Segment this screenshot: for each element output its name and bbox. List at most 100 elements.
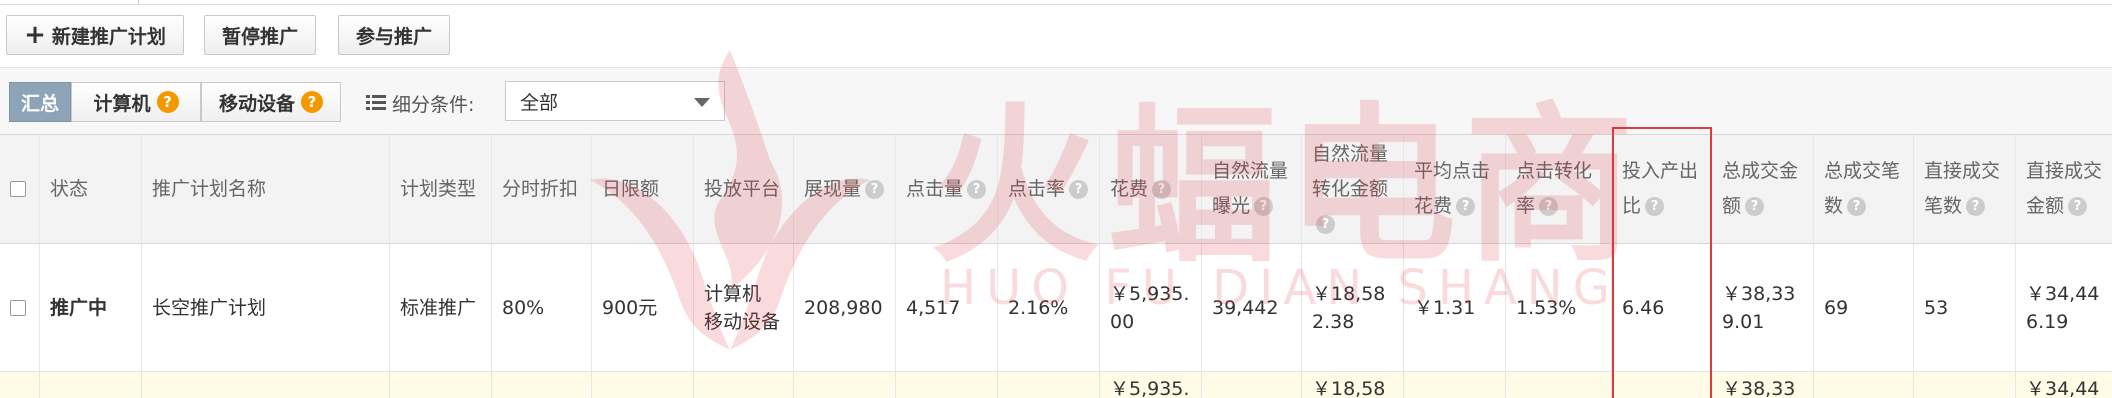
type-cell: 标准推广 (390, 244, 492, 371)
row-cell (592, 372, 694, 398)
cvr-value: 1.53% (1516, 296, 1577, 319)
row-cell (390, 372, 492, 398)
header-clicks[interactable]: 点击量? (896, 135, 998, 243)
row-cell (142, 372, 390, 398)
platform-cell: 计算机 移动设备 (694, 244, 794, 371)
row-cell (998, 372, 1100, 398)
tab-summary-label: 汇总 (20, 92, 59, 115)
help-icon[interactable]: ? (967, 179, 987, 199)
avg-cpc-cell: ￥1.31 (1404, 244, 1506, 371)
row-cell (694, 372, 794, 398)
tab-computer[interactable]: 计算机 ? (71, 82, 201, 122)
header-total-orders-label: 总成交笔数? (1824, 160, 1901, 217)
list-filter-icon (366, 95, 386, 110)
header-direct-amount[interactable]: 直接成交金额? (2016, 135, 2112, 243)
plus-icon: + (24, 20, 46, 50)
help-icon[interactable]: ? (2068, 197, 2088, 216)
pause-button[interactable]: 暂停推广 (204, 15, 316, 55)
help-icon[interactable]: ? (156, 91, 179, 113)
help-icon[interactable]: ? (1152, 179, 1172, 199)
total-orders-value: 69 (1824, 296, 1849, 319)
impressions-cell: 208,980 (794, 244, 896, 371)
header-time-discount-label: 分时折扣 (502, 177, 579, 200)
partial-natural-conversion-cell: ￥18,58 (1302, 372, 1404, 398)
new-plan-button[interactable]: + 新建推广计划 (6, 15, 184, 55)
total-orders-cell: 69 (1814, 244, 1914, 371)
row-checkbox[interactable] (10, 299, 26, 316)
select-all-checkbox[interactable] (10, 181, 26, 197)
header-time-discount: 分时折扣 (492, 135, 592, 243)
header-cvr[interactable]: 点击转化率? (1506, 135, 1612, 243)
header-clicks-label: 点击量 (906, 177, 964, 200)
join-button[interactable]: 参与推广 (338, 15, 450, 55)
table-row: ￥5,935. ￥18,58 ￥38,33 ￥34,44 (0, 372, 2112, 398)
row-checkbox-cell (0, 244, 40, 371)
help-icon[interactable]: ? (1316, 214, 1335, 234)
header-platform: 投放平台 (694, 135, 794, 243)
partial-cost-cell: ￥5,935. (1100, 372, 1202, 398)
help-icon[interactable]: ? (1456, 197, 1476, 216)
cost-value: ￥5,935.00 (1110, 282, 1190, 333)
tab-mobile[interactable]: 移动设备 ? (201, 82, 341, 122)
ctr-value: 2.16% (1008, 296, 1069, 319)
help-icon[interactable]: ? (1966, 197, 1986, 216)
header-total-amount[interactable]: 总成交金额? (1712, 135, 1814, 243)
partial-total-amount-cell: ￥38,33 (1712, 372, 1814, 398)
help-icon[interactable]: ? (865, 179, 885, 199)
daily-limit-cell: 900元 (592, 244, 694, 371)
total-amount-cell: ￥38,339.01 (1712, 244, 1814, 371)
condition-label: 细分条件: (392, 94, 475, 116)
help-icon[interactable]: ? (1745, 197, 1765, 216)
header-natural-conversion[interactable]: 自然流量转化金额? (1302, 135, 1404, 243)
direct-amount-value: ￥34,446.19 (2026, 282, 2100, 333)
row-cell (1506, 372, 1612, 398)
filter-bar: 汇总 计算机 ? 移动设备 ? 细分条件: 全部 (0, 68, 2112, 135)
header-avg-cpc[interactable]: 平均点击花费? (1404, 135, 1506, 243)
header-total-orders[interactable]: 总成交笔数? (1814, 135, 1914, 243)
row-cell (1404, 372, 1506, 398)
platform-mobile-link[interactable]: 移动设备 (704, 308, 780, 336)
platform-computer-link[interactable]: 计算机 (704, 280, 761, 308)
condition-value: 全部 (520, 91, 559, 114)
help-icon[interactable]: ? (301, 91, 323, 113)
row-cell (1202, 372, 1302, 398)
header-ctr[interactable]: 点击率? (998, 135, 1100, 243)
time-discount-link[interactable]: 80% (502, 294, 544, 322)
clicks-value: 4,517 (906, 296, 961, 319)
row-cell (1814, 372, 1914, 398)
partial-total-amount-value: ￥38,33 (1722, 378, 1796, 398)
direct-orders-cell: 53 (1914, 244, 2016, 371)
name-cell: 长空推广计划 (142, 244, 390, 371)
plan-name-link[interactable]: 长空推广计划 (152, 294, 266, 322)
header-checkbox-cell (0, 135, 40, 243)
direct-amount-cell: ￥34,446.19 (2016, 244, 2112, 371)
header-cvr-label: 点击转化率? (1516, 160, 1593, 217)
roi-cell: 6.46 (1612, 244, 1712, 371)
help-icon[interactable]: ? (1847, 197, 1867, 216)
direct-orders-value: 53 (1924, 296, 1949, 319)
cost-cell: ￥5,935.00 (1100, 244, 1202, 371)
help-icon[interactable]: ? (1539, 197, 1559, 216)
table-header: 状态 推广计划名称 计划类型 分时折扣 日限额 投放平台 展现量? 点击量? 点… (0, 135, 2112, 244)
row-cell (492, 372, 592, 398)
tab-mobile-label: 移动设备 (218, 92, 295, 115)
help-icon[interactable]: ? (1254, 197, 1274, 216)
daily-limit-link[interactable]: 900元 (602, 294, 657, 322)
action-toolbar: + 新建推广计划 暂停推广 参与推广 (0, 5, 2112, 68)
header-natural-conversion-label: 自然流量转化金额? (1312, 142, 1389, 234)
help-icon[interactable]: ? (1069, 179, 1089, 199)
row-cell (794, 372, 896, 398)
header-direct-orders[interactable]: 直接成交笔数? (1914, 135, 2016, 243)
header-roi[interactable]: 投入产出比? (1612, 135, 1712, 243)
tab-summary[interactable]: 汇总 (9, 82, 71, 122)
time-discount-cell: 80% (492, 244, 592, 371)
header-natural-exposure[interactable]: 自然流量曝光? (1202, 135, 1302, 243)
header-impressions[interactable]: 展现量? (794, 135, 896, 243)
header-name-label: 推广计划名称 (152, 177, 267, 200)
partial-direct-amount-cell: ￥34,44 (2016, 372, 2112, 398)
roi-value: 6.46 (1622, 296, 1665, 319)
plan-type-value: 标准推广 (400, 296, 477, 319)
header-cost[interactable]: 花费? (1100, 135, 1202, 243)
condition-select[interactable]: 全部 (505, 81, 725, 121)
help-icon[interactable]: ? (1645, 197, 1665, 216)
